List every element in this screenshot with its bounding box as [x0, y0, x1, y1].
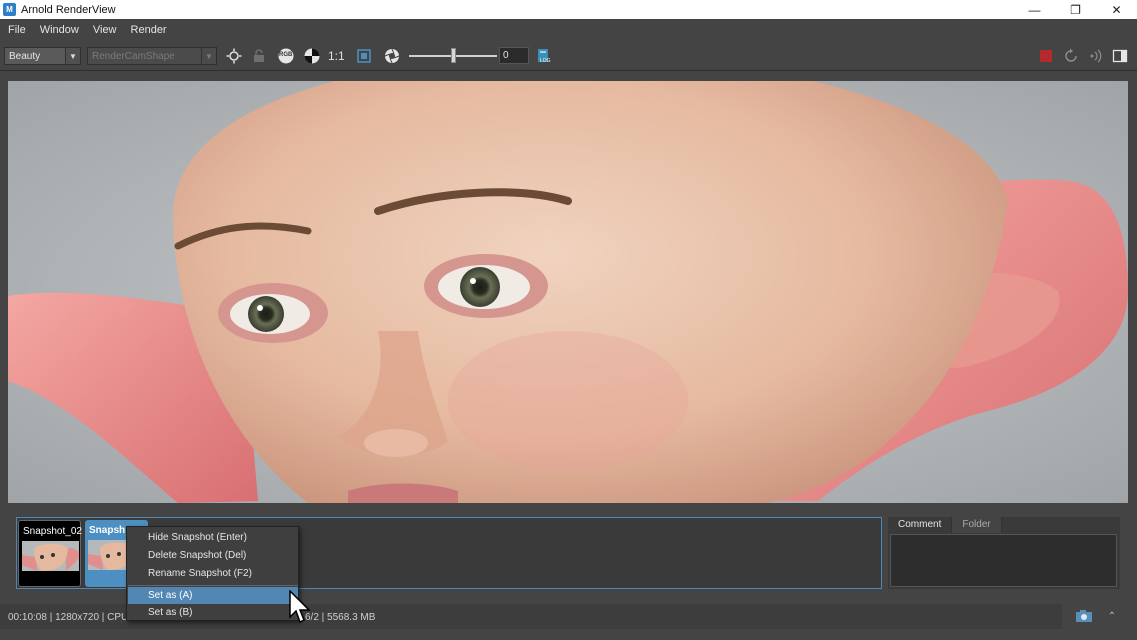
snapshot-context-menu: Hide Snapshot (Enter) Delete Snapshot (D… — [126, 526, 299, 621]
status-info-right: 6/2 | 5568.3 MB — [305, 612, 376, 623]
aperture-icon — [384, 48, 400, 64]
menu-separator — [128, 585, 298, 586]
zoom-one-to-one-button[interactable]: 1:1 — [328, 49, 345, 63]
mouse-cursor-icon — [289, 590, 311, 624]
snapshot-item[interactable]: Snapshot_02 — [18, 520, 82, 587]
chevron-down-icon: ▼ — [201, 48, 216, 64]
log-label: LOG — [540, 58, 551, 64]
log-button[interactable]: LOG — [536, 48, 552, 64]
camera-icon — [1076, 610, 1092, 622]
frame-icon — [357, 49, 371, 63]
background-toggle-button[interactable] — [304, 48, 320, 64]
snapshot-thumbnail — [22, 541, 79, 571]
close-icon: ✕ — [1111, 2, 1122, 17]
menu-window[interactable]: Window — [40, 24, 79, 36]
render-image — [8, 81, 1128, 503]
rgb-channels-button[interactable]: RGB — [278, 48, 294, 64]
toolbar: Beauty ▼ RenderCamShape ▼ RGB 1:1 LOG — [0, 42, 1137, 71]
aov-select-value: Beauty — [9, 50, 41, 62]
chevron-down-icon: ▼ — [65, 48, 80, 64]
snapshot-info-panel: Comment Folder — [888, 517, 1120, 589]
menu-render[interactable]: Render — [131, 24, 167, 36]
menu-file[interactable]: File — [8, 24, 26, 36]
lock-button[interactable] — [251, 48, 267, 64]
chevron-up-icon: ⌃ — [1107, 610, 1117, 622]
maya-app-icon: M — [3, 3, 16, 16]
exposure-button[interactable] — [384, 48, 400, 64]
panel-tabs: Comment Folder — [888, 517, 1120, 533]
window-controls: — ❐ ✕ — [1014, 0, 1137, 19]
panel-icon — [1112, 49, 1128, 63]
menu-item-hide-snapshot[interactable]: Hide Snapshot (Enter) — [128, 529, 298, 546]
exposure-value-field[interactable]: 0 — [499, 47, 529, 64]
rgb-label: RGB — [279, 52, 293, 58]
ipr-button[interactable] — [1088, 48, 1104, 64]
minimize-icon: — — [1028, 2, 1041, 17]
refresh-icon — [1065, 48, 1077, 62]
collapse-strip-button[interactable]: ⌃ — [1103, 609, 1121, 623]
menu-bar: File Window View Render — [0, 19, 1137, 41]
aov-select[interactable]: Beauty ▼ — [4, 47, 81, 65]
stop-render-button[interactable] — [1038, 48, 1054, 64]
snapshot-name: Snapshot_02 — [23, 526, 82, 537]
title-bar: M Arnold RenderView — ❐ ✕ — [0, 0, 1137, 19]
menu-item-rename-snapshot[interactable]: Rename Snapshot (F2) — [128, 565, 298, 582]
menu-item-set-as-b[interactable]: Set as (B) — [128, 604, 298, 621]
window-title: Arnold RenderView — [21, 3, 116, 16]
frame-button[interactable] — [356, 48, 372, 64]
restore-icon: ❐ — [1070, 2, 1081, 17]
camera-select-value: RenderCamShape — [92, 50, 175, 62]
lock-icon — [254, 49, 264, 62]
status-info-left: 00:10:08 | 1280x720 | CPU — [8, 612, 129, 623]
exposure-slider-handle[interactable] — [451, 48, 456, 63]
tab-comment[interactable]: Comment — [888, 517, 953, 533]
close-button[interactable]: ✕ — [1096, 0, 1137, 19]
menu-item-set-as-a[interactable]: Set as (A) — [128, 587, 298, 604]
camera-select[interactable]: RenderCamShape ▼ — [87, 47, 217, 65]
tab-folder[interactable]: Folder — [952, 517, 1002, 533]
region-render-button[interactable] — [226, 48, 242, 64]
comment-textarea[interactable] — [890, 534, 1117, 587]
restore-button[interactable]: ❐ — [1055, 0, 1096, 19]
menu-view[interactable]: View — [93, 24, 117, 36]
broadcast-icon — [1090, 49, 1102, 63]
snapshot-name: Snapsh — [89, 525, 126, 536]
refresh-render-button[interactable] — [1063, 48, 1079, 64]
sun-gear-icon — [226, 48, 242, 64]
checker-circle-icon — [304, 48, 320, 64]
menu-item-delete-snapshot[interactable]: Delete Snapshot (Del) — [128, 547, 298, 564]
side-panel-toggle-button[interactable] — [1112, 48, 1128, 64]
stop-icon — [1040, 50, 1052, 62]
minimize-button[interactable]: — — [1014, 0, 1055, 19]
snapshot-camera-button[interactable] — [1075, 609, 1093, 623]
render-viewport[interactable] — [8, 81, 1128, 503]
